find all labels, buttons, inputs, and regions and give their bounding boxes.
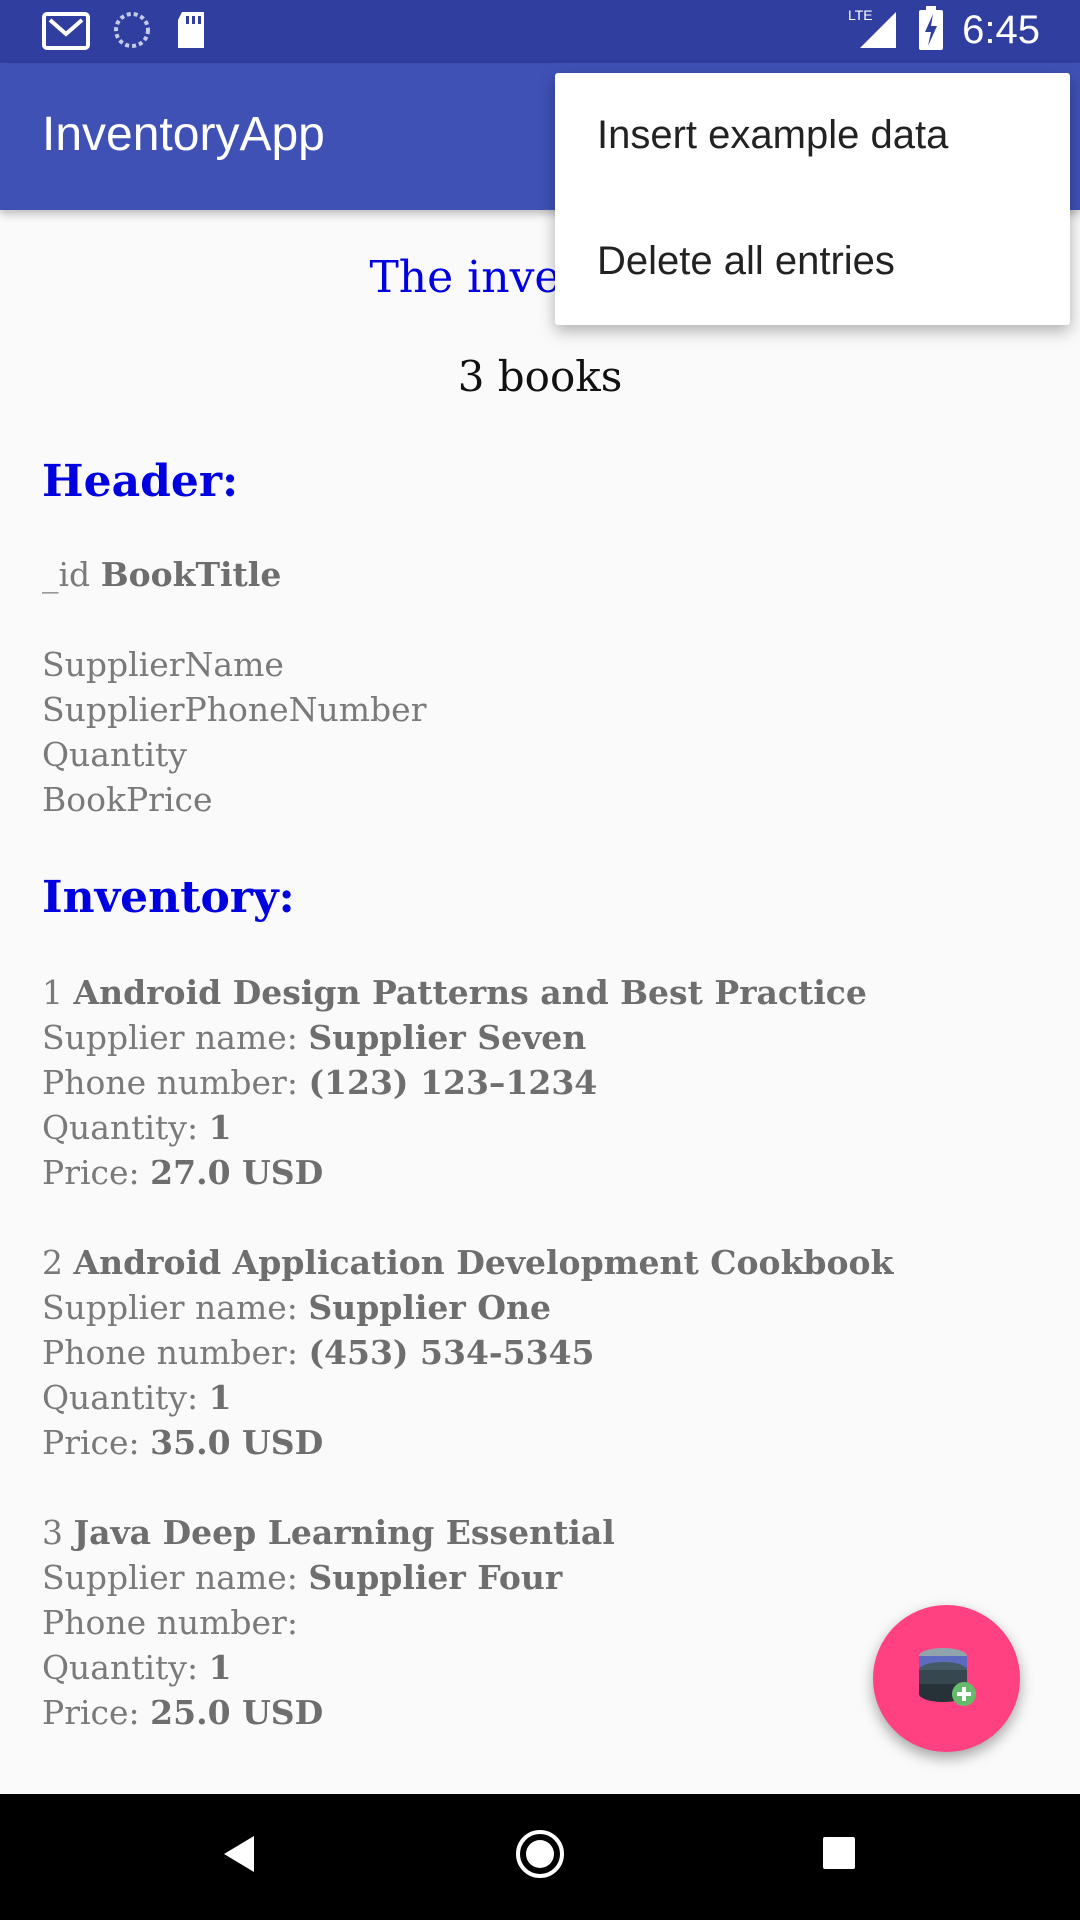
status-time: 6:45 — [962, 8, 1040, 52]
gmail-icon — [42, 10, 90, 55]
item-quantity: 1 — [208, 1648, 232, 1687]
item-id: 1 — [42, 973, 63, 1012]
header-section-heading: Header: — [42, 456, 239, 507]
header-field: SupplierPhoneNumber — [42, 690, 427, 729]
list-item: 2 Android Application Development Cookbo… — [42, 1240, 893, 1285]
add-book-fab[interactable] — [873, 1605, 1020, 1752]
back-icon[interactable] — [222, 1834, 256, 1878]
item-title: Java Deep Learning Essential — [73, 1513, 615, 1552]
item-price-row: Price: 25.0 USD — [42, 1690, 323, 1735]
item-quantity: 1 — [208, 1108, 232, 1147]
list-item: 1 Android Design Patterns and Best Pract… — [42, 970, 867, 1015]
header-field: BookPrice — [42, 780, 213, 819]
overflow-menu: Insert example data Delete all entries — [555, 73, 1070, 325]
header-id-label: _id — [42, 555, 91, 594]
item-title: Android Design Patterns and Best Practic… — [73, 973, 867, 1012]
battery-charging-icon — [918, 6, 944, 55]
item-supplier-row: Supplier name: Supplier One — [42, 1285, 551, 1330]
item-phone-row: Phone number: (453) 534-5345 — [42, 1330, 594, 1375]
app-title: InventoryApp — [42, 108, 325, 161]
supplier-label: Supplier name: — [42, 1288, 309, 1327]
item-quantity-row: Quantity: 1 — [42, 1645, 232, 1690]
item-phone: (123) 123–1234 — [308, 1063, 598, 1102]
menu-item-delete-all-entries[interactable]: Delete all entries — [597, 239, 895, 284]
book-count: 3 books — [457, 352, 623, 401]
item-supplier-row: Supplier name: Supplier Four — [42, 1555, 562, 1600]
item-supplier: Supplier Four — [308, 1558, 563, 1597]
quantity-label: Quantity: — [42, 1378, 209, 1417]
home-icon[interactable] — [514, 1828, 566, 1884]
header-field: Quantity — [42, 735, 187, 774]
phone-label: Phone number: — [42, 1603, 298, 1642]
item-quantity-row: Quantity: 1 — [42, 1375, 232, 1420]
recents-icon[interactable] — [822, 1836, 856, 1874]
item-phone-row: Phone number: — [42, 1600, 298, 1645]
supplier-label: Supplier name: — [42, 1018, 309, 1057]
phone-label: Phone number: — [42, 1063, 309, 1102]
item-phone: (453) 534-5345 — [308, 1333, 595, 1372]
item-price: 35.0 USD — [150, 1423, 324, 1462]
header-id-title-row: _id BookTitle — [42, 552, 281, 597]
quantity-label: Quantity: — [42, 1648, 209, 1687]
inventory-section-heading: Inventory: — [42, 872, 295, 923]
phone-label: Phone number: — [42, 1333, 309, 1372]
item-phone-row: Phone number: (123) 123–1234 — [42, 1060, 597, 1105]
item-supplier: Supplier Seven — [308, 1018, 587, 1057]
item-title: Android Application Development Cookbook — [73, 1243, 894, 1282]
item-id: 3 — [42, 1513, 63, 1552]
header-title-label: BookTitle — [100, 555, 282, 594]
menu-item-insert-example-data[interactable]: Insert example data — [597, 113, 948, 158]
navigation-bar — [0, 1794, 1080, 1920]
list-item: 3 Java Deep Learning Essential — [42, 1510, 615, 1555]
item-supplier: Supplier One — [308, 1288, 552, 1327]
svg-text:LTE: LTE — [848, 7, 873, 23]
item-price: 27.0 USD — [150, 1153, 324, 1192]
sync-icon — [112, 10, 152, 55]
price-label: Price: — [42, 1423, 151, 1462]
sd-card-icon — [174, 10, 208, 55]
item-price-row: Price: 27.0 USD — [42, 1150, 323, 1195]
item-id: 2 — [42, 1243, 63, 1282]
header-field: SupplierName — [42, 645, 284, 684]
quantity-label: Quantity: — [42, 1108, 209, 1147]
price-label: Price: — [42, 1153, 151, 1192]
database-add-icon — [914, 1644, 980, 1714]
lte-signal-icon: LTE — [848, 6, 900, 55]
status-bar: LTE 6:45 — [0, 0, 1080, 63]
item-quantity: 1 — [208, 1378, 232, 1417]
item-price-row: Price: 35.0 USD — [42, 1420, 323, 1465]
item-quantity-row: Quantity: 1 — [42, 1105, 232, 1150]
supplier-label: Supplier name: — [42, 1558, 309, 1597]
item-supplier-row: Supplier name: Supplier Seven — [42, 1015, 586, 1060]
item-price: 25.0 USD — [150, 1693, 324, 1732]
price-label: Price: — [42, 1693, 151, 1732]
